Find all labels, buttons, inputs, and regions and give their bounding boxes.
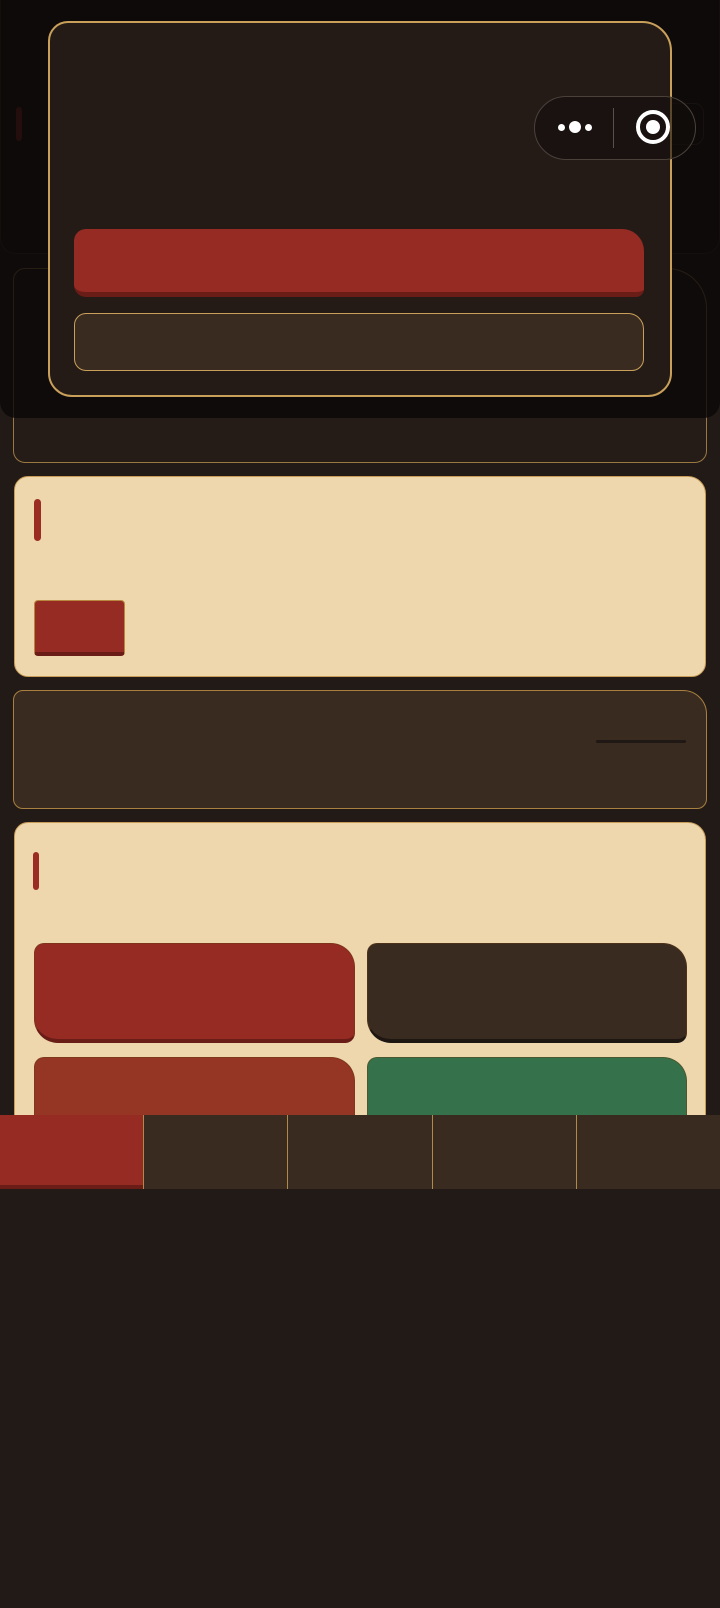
menu-tile-dark[interactable] xyxy=(367,943,687,1043)
modal-cancel-button[interactable] xyxy=(74,313,644,371)
tab-1[interactable] xyxy=(0,1115,144,1189)
target-close-icon[interactable] xyxy=(614,96,695,160)
status-divider xyxy=(596,740,686,743)
modal-title xyxy=(72,60,512,100)
status-card[interactable] xyxy=(13,690,707,809)
section-action-button[interactable] xyxy=(34,600,125,656)
more-dots-icon[interactable] xyxy=(535,96,613,160)
menu-accent-bar xyxy=(33,852,39,890)
tab-5[interactable] xyxy=(575,1115,720,1189)
tab-2[interactable] xyxy=(143,1115,288,1189)
mini-program-capsule xyxy=(534,96,696,160)
tab-3[interactable] xyxy=(287,1115,432,1189)
bottom-tab-bar xyxy=(0,1115,720,1189)
modal-confirm-button[interactable] xyxy=(74,229,644,297)
section-accent-bar xyxy=(34,499,41,541)
menu-tile-red[interactable] xyxy=(34,943,355,1043)
tab-4[interactable] xyxy=(431,1115,576,1189)
